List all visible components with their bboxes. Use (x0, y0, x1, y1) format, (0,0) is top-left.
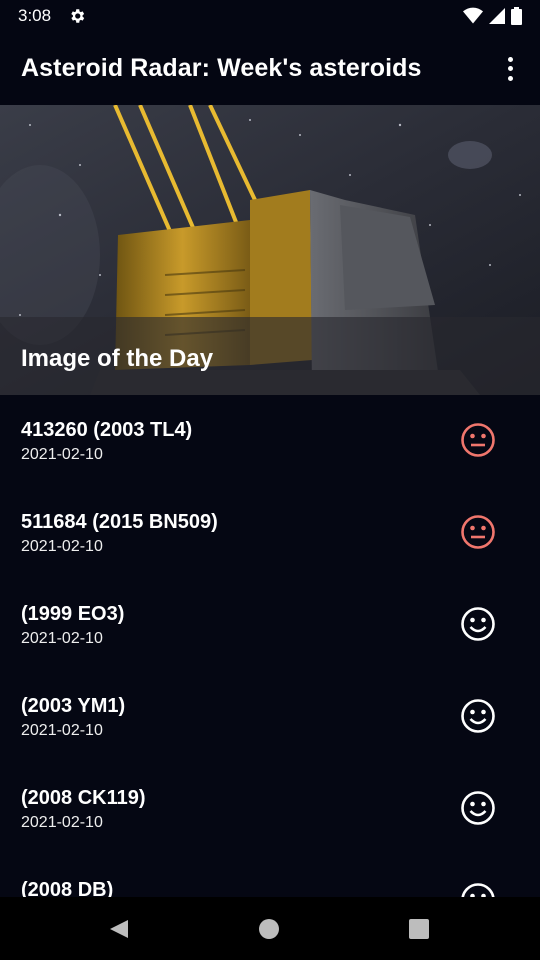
safe-face-icon (461, 699, 495, 733)
asteroid-name: (2003 YM1) (21, 695, 126, 717)
list-item[interactable]: 413260 (2003 TL4) 2021-02-10 (0, 395, 540, 487)
asteroid-date: 2021-02-10 (21, 814, 103, 831)
gear-icon (71, 9, 85, 23)
asteroid-name: 413260 (2003 TL4) (21, 419, 193, 441)
safe-face-icon (461, 607, 495, 641)
asteroid-date: 2021-02-10 (21, 722, 103, 739)
battery-icon (511, 7, 522, 25)
asteroid-list[interactable]: 413260 (2003 TL4) 2021-02-10 511684 (201… (0, 395, 540, 897)
list-item[interactable]: (2003 YM1) 2021-02-10 (0, 671, 540, 763)
hazardous-face-icon (461, 515, 495, 549)
wifi-icon (463, 7, 483, 24)
overflow-menu-icon[interactable] (498, 55, 522, 83)
asteroid-name: (2008 DB) (21, 879, 114, 897)
asteroid-name: (1999 EO3) (21, 603, 125, 625)
back-icon[interactable] (109, 919, 129, 939)
status-time: 3:08 (18, 6, 52, 25)
app-bar: Asteroid Radar: Week's asteroids (0, 32, 540, 105)
asteroid-date: 2021-02-10 (21, 538, 103, 555)
list-item[interactable]: (2008 CK119) 2021-02-10 (0, 763, 540, 855)
asteroid-name: 511684 (2015 BN509) (21, 511, 218, 533)
image-caption: Image of the Day (21, 345, 214, 372)
list-item[interactable]: (2008 DB) (0, 855, 540, 897)
home-icon[interactable] (259, 919, 279, 939)
asteroid-date: 2021-02-10 (21, 630, 103, 647)
asteroid-name: (2008 CK119) (21, 787, 146, 809)
image-of-the-day[interactable]: Image of the Day (0, 105, 540, 395)
list-item[interactable]: (1999 EO3) 2021-02-10 (0, 579, 540, 671)
recents-icon[interactable] (409, 919, 429, 939)
app-title: Asteroid Radar: Week's asteroids (21, 54, 422, 82)
safe-face-icon (461, 791, 495, 825)
status-bar: 3:08 (0, 0, 540, 32)
safe-face-icon (461, 883, 495, 897)
asteroid-date: 2021-02-10 (21, 446, 103, 463)
list-item[interactable]: 511684 (2015 BN509) 2021-02-10 (0, 487, 540, 579)
cell-signal-icon (489, 8, 505, 24)
hazardous-face-icon (461, 423, 495, 457)
